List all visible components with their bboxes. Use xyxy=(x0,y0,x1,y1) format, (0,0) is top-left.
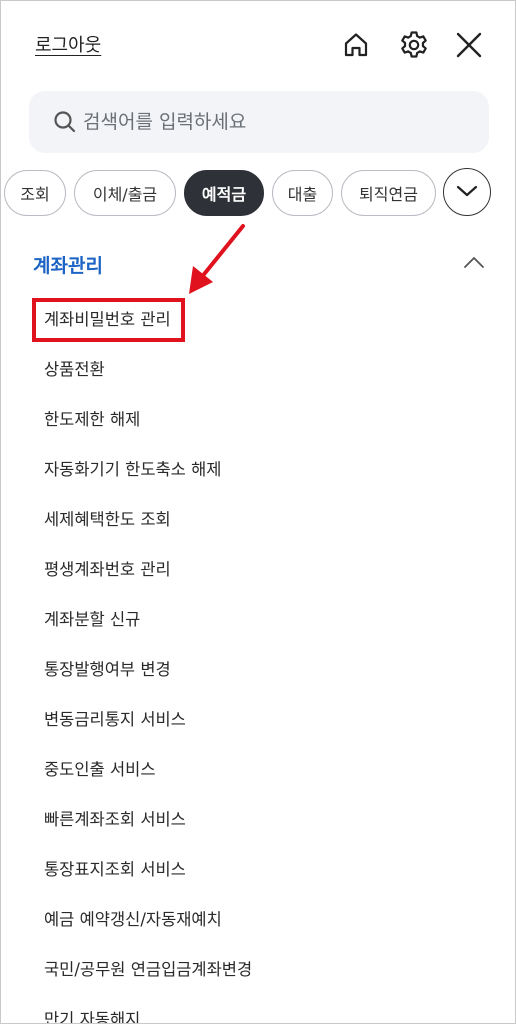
menu-item-tax-benefit-limit[interactable]: 세제혜택한도 조회 xyxy=(1,495,515,545)
logout-link[interactable]: 로그아웃 xyxy=(35,31,101,57)
close-icon[interactable] xyxy=(449,25,489,65)
menu-item-passbook-cover[interactable]: 통장표지조회 서비스 xyxy=(1,845,515,895)
tab-transfer[interactable]: 이체/출금 xyxy=(74,170,176,216)
section-title: 계좌관리 xyxy=(33,255,103,277)
home-icon[interactable] xyxy=(336,25,376,65)
menu-item-limit-release[interactable]: 한도제한 해제 xyxy=(1,395,515,445)
menu-item-auto-termination[interactable]: 만기 자동해지 xyxy=(1,995,515,1023)
search-bar[interactable] xyxy=(29,91,489,153)
menu-item-password-management[interactable]: 계좌비밀번호 관리 xyxy=(1,295,515,345)
tab-loan[interactable]: 대출 xyxy=(272,170,333,216)
menu-item-quick-inquiry[interactable]: 빠른계좌조회 서비스 xyxy=(1,795,515,845)
tab-deposit-savings[interactable]: 예적금 xyxy=(184,170,264,216)
menu-item-auto-redeposit[interactable]: 예금 예약갱신/자동재예치 xyxy=(1,895,515,945)
search-icon xyxy=(53,110,77,134)
menu-item-product-conversion[interactable]: 상품전환 xyxy=(1,345,515,395)
menu-screen: 로그아웃 조회 이체/출금 예적금 대출 퇴직연금 xyxy=(0,0,516,1024)
menu-item-pension-account-change[interactable]: 국민/공무원 연금입금계좌변경 xyxy=(1,945,515,995)
account-management-menu: 계좌비밀번호 관리 상품전환 한도제한 해제 자동화기기 한도축소 해제 세제혜… xyxy=(1,295,515,1023)
menu-item-account-split[interactable]: 계좌분할 신규 xyxy=(1,595,515,645)
menu-item-partial-withdrawal[interactable]: 중도인출 서비스 xyxy=(1,745,515,795)
category-tabs: 조회 이체/출금 예적금 대출 퇴직연금 xyxy=(1,168,515,218)
search-input[interactable] xyxy=(81,110,465,134)
chevron-up-icon xyxy=(463,254,485,273)
menu-item-variable-rate-notice[interactable]: 변동금리통지 서비스 xyxy=(1,695,515,745)
menu-item-passbook-issuance[interactable]: 통장발행여부 변경 xyxy=(1,645,515,695)
menu-item-lifetime-account[interactable]: 평생계좌번호 관리 xyxy=(1,545,515,595)
menu-item-atm-limit-release[interactable]: 자동화기기 한도축소 해제 xyxy=(1,445,515,495)
gear-icon[interactable] xyxy=(394,25,434,65)
tab-inquiry[interactable]: 조회 xyxy=(4,170,66,216)
section-header-account-management[interactable]: 계좌관리 xyxy=(33,248,493,282)
chevron-down-icon xyxy=(456,183,478,202)
tab-pension[interactable]: 퇴직연금 xyxy=(341,170,436,216)
tabs-expand-button[interactable] xyxy=(443,168,491,216)
